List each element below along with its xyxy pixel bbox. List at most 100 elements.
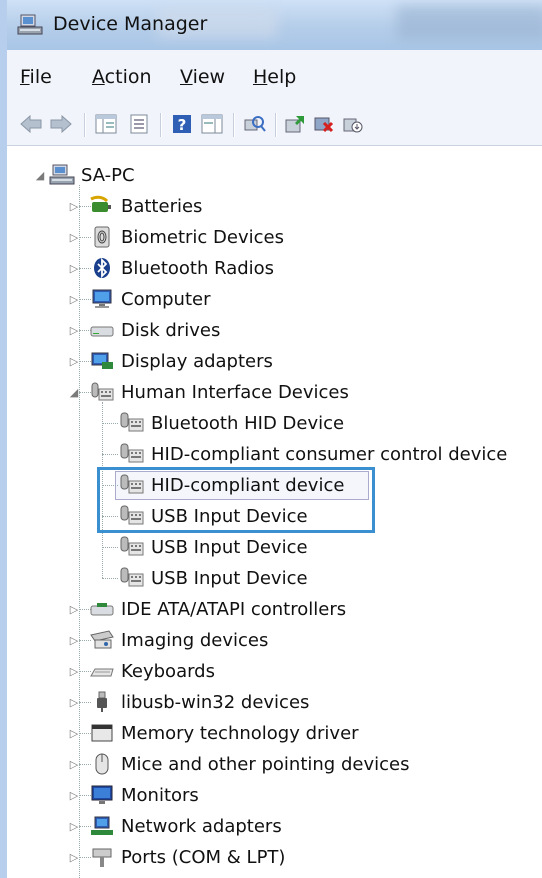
disable-icon[interactable] bbox=[341, 112, 365, 136]
category-expander[interactable]: ▷ bbox=[69, 603, 79, 616]
category-expander[interactable]: ▷ bbox=[69, 355, 79, 368]
tree-item-label: Bluetooth Radios bbox=[121, 257, 275, 279]
menu-file[interactable]: File bbox=[20, 66, 52, 88]
hid-icon bbox=[89, 381, 115, 403]
category-item[interactable]: IDE ATA/ATAPI controllers bbox=[89, 594, 346, 624]
category-expander[interactable]: ▷ bbox=[69, 262, 79, 275]
category-item[interactable]: Mice and other pointing devices bbox=[89, 749, 409, 779]
category-item[interactable]: Disk drives bbox=[89, 315, 220, 345]
category-item[interactable]: Human Interface Devices bbox=[89, 377, 349, 407]
hid-device-item[interactable]: HID-compliant consumer control device bbox=[119, 439, 507, 469]
tree-item-label: libusb-win32 devices bbox=[121, 691, 310, 713]
memory-driver-icon bbox=[89, 722, 115, 744]
port-icon bbox=[89, 846, 115, 868]
category-item[interactable]: Network adapters bbox=[89, 811, 282, 841]
tree-item-label: Imaging devices bbox=[121, 629, 269, 651]
category-item[interactable]: Keyboards bbox=[89, 656, 215, 686]
fingerprint-icon bbox=[89, 226, 115, 248]
battery-icon bbox=[89, 195, 115, 217]
window-left-border bbox=[0, 50, 7, 878]
tree-item-label: Ports (COM & LPT) bbox=[121, 846, 286, 868]
tree-item-label: Memory technology driver bbox=[121, 722, 359, 744]
toolbar: ? bbox=[7, 105, 542, 146]
category-expander[interactable]: ▷ bbox=[69, 293, 79, 306]
hid-device-icon bbox=[119, 567, 145, 589]
tree-item-label: Mice and other pointing devices bbox=[121, 753, 410, 775]
tree-item-label: Biometric Devices bbox=[121, 226, 284, 248]
display-adapter-icon bbox=[89, 350, 115, 372]
category-expander[interactable]: ▷ bbox=[69, 789, 79, 802]
tree-root-sa-pc[interactable]: SA-PC bbox=[49, 160, 135, 190]
window-title: Device Manager bbox=[53, 13, 208, 35]
ide-controller-icon bbox=[89, 598, 115, 620]
tree-item-label: IDE ATA/ATAPI controllers bbox=[121, 598, 347, 620]
category-expander[interactable]: ▷ bbox=[69, 324, 79, 337]
tree-item-label: USB Input Device bbox=[151, 567, 308, 589]
category-item[interactable]: Ports (COM & LPT) bbox=[89, 842, 285, 872]
hid-device-icon bbox=[119, 443, 145, 465]
menu-help[interactable]: Help bbox=[253, 66, 296, 88]
hid-device-icon bbox=[119, 536, 145, 558]
tree-item-label: USB Input Device bbox=[151, 536, 308, 558]
root-expander[interactable]: ◢ bbox=[35, 169, 45, 182]
tree-item-label: Human Interface Devices bbox=[121, 381, 349, 403]
category-item[interactable]: Monitors bbox=[89, 780, 199, 810]
category-item[interactable]: Imaging devices bbox=[89, 625, 268, 655]
computer-icon bbox=[89, 288, 115, 310]
hid-device-item[interactable]: Bluetooth HID Device bbox=[119, 408, 344, 438]
computer-root-icon bbox=[49, 164, 75, 186]
help-icon[interactable]: ? bbox=[170, 112, 194, 136]
monitor-icon bbox=[89, 784, 115, 806]
category-expander[interactable]: ◢ bbox=[69, 386, 79, 399]
network-adapter-icon bbox=[89, 815, 115, 837]
tree-item-label: Disk drives bbox=[121, 319, 221, 341]
keyboard-icon bbox=[89, 660, 115, 682]
tree-item-label: Network adapters bbox=[121, 815, 282, 837]
hid-device-item[interactable]: USB Input Device bbox=[119, 563, 308, 593]
category-item[interactable]: Display adapters bbox=[89, 346, 273, 376]
hid-device-item[interactable]: USB Input Device bbox=[119, 532, 308, 562]
tree-item-label: Computer bbox=[121, 288, 211, 310]
action-pane-icon[interactable] bbox=[200, 112, 224, 136]
hid-device-icon bbox=[119, 412, 145, 434]
category-item[interactable]: Batteries bbox=[89, 191, 202, 221]
category-item[interactable]: Biometric Devices bbox=[89, 222, 284, 252]
category-expander[interactable]: ▷ bbox=[69, 727, 79, 740]
category-expander[interactable]: ▷ bbox=[69, 200, 79, 213]
annotation-highlight-box bbox=[97, 467, 375, 533]
menu-action[interactable]: Action bbox=[92, 66, 152, 88]
uninstall-icon[interactable] bbox=[312, 112, 336, 136]
tree-item-label: Monitors bbox=[121, 784, 199, 806]
bluetooth-icon bbox=[89, 257, 115, 279]
menu-view[interactable]: View bbox=[180, 66, 225, 88]
tree-item-label: Display adapters bbox=[121, 350, 273, 372]
forward-arrow-icon[interactable] bbox=[49, 112, 73, 136]
tree-item-label: Keyboards bbox=[121, 660, 215, 682]
category-expander[interactable]: ▷ bbox=[69, 820, 79, 833]
category-expander[interactable]: ▷ bbox=[69, 758, 79, 771]
properties-icon[interactable] bbox=[127, 112, 151, 136]
category-item[interactable]: Memory technology driver bbox=[89, 718, 359, 748]
category-item[interactable]: Processors bbox=[89, 873, 217, 878]
category-expander[interactable]: ▷ bbox=[69, 231, 79, 244]
category-item[interactable]: Computer bbox=[89, 284, 210, 314]
scan-hardware-icon[interactable] bbox=[243, 112, 267, 136]
back-arrow-icon[interactable] bbox=[19, 112, 43, 136]
category-expander[interactable]: ▷ bbox=[69, 851, 79, 864]
usb-plug-icon bbox=[89, 691, 115, 713]
category-item[interactable]: libusb-win32 devices bbox=[89, 687, 309, 717]
title-bar[interactable]: Device Manager bbox=[0, 0, 542, 50]
category-item[interactable]: Bluetooth Radios bbox=[89, 253, 274, 283]
tree-item-label: Batteries bbox=[121, 195, 203, 217]
tree-item-label: SA-PC bbox=[81, 164, 135, 186]
device-tree: ◢ SA-PC ▷ Batteries ▷ Biometric Devices ▷ Bluet… bbox=[7, 146, 542, 878]
show-hide-console-tree-icon[interactable] bbox=[94, 112, 118, 136]
update-driver-icon[interactable] bbox=[283, 112, 307, 136]
category-expander[interactable]: ▷ bbox=[69, 634, 79, 647]
tree-item-label: HID-compliant consumer control device bbox=[151, 443, 508, 465]
category-expander[interactable]: ▷ bbox=[69, 665, 79, 678]
disk-drive-icon bbox=[89, 319, 115, 341]
category-expander[interactable]: ▷ bbox=[69, 696, 79, 709]
imaging-device-icon bbox=[89, 629, 115, 651]
device-manager-window: Device Manager File Action View Help ? ◢… bbox=[0, 0, 542, 878]
